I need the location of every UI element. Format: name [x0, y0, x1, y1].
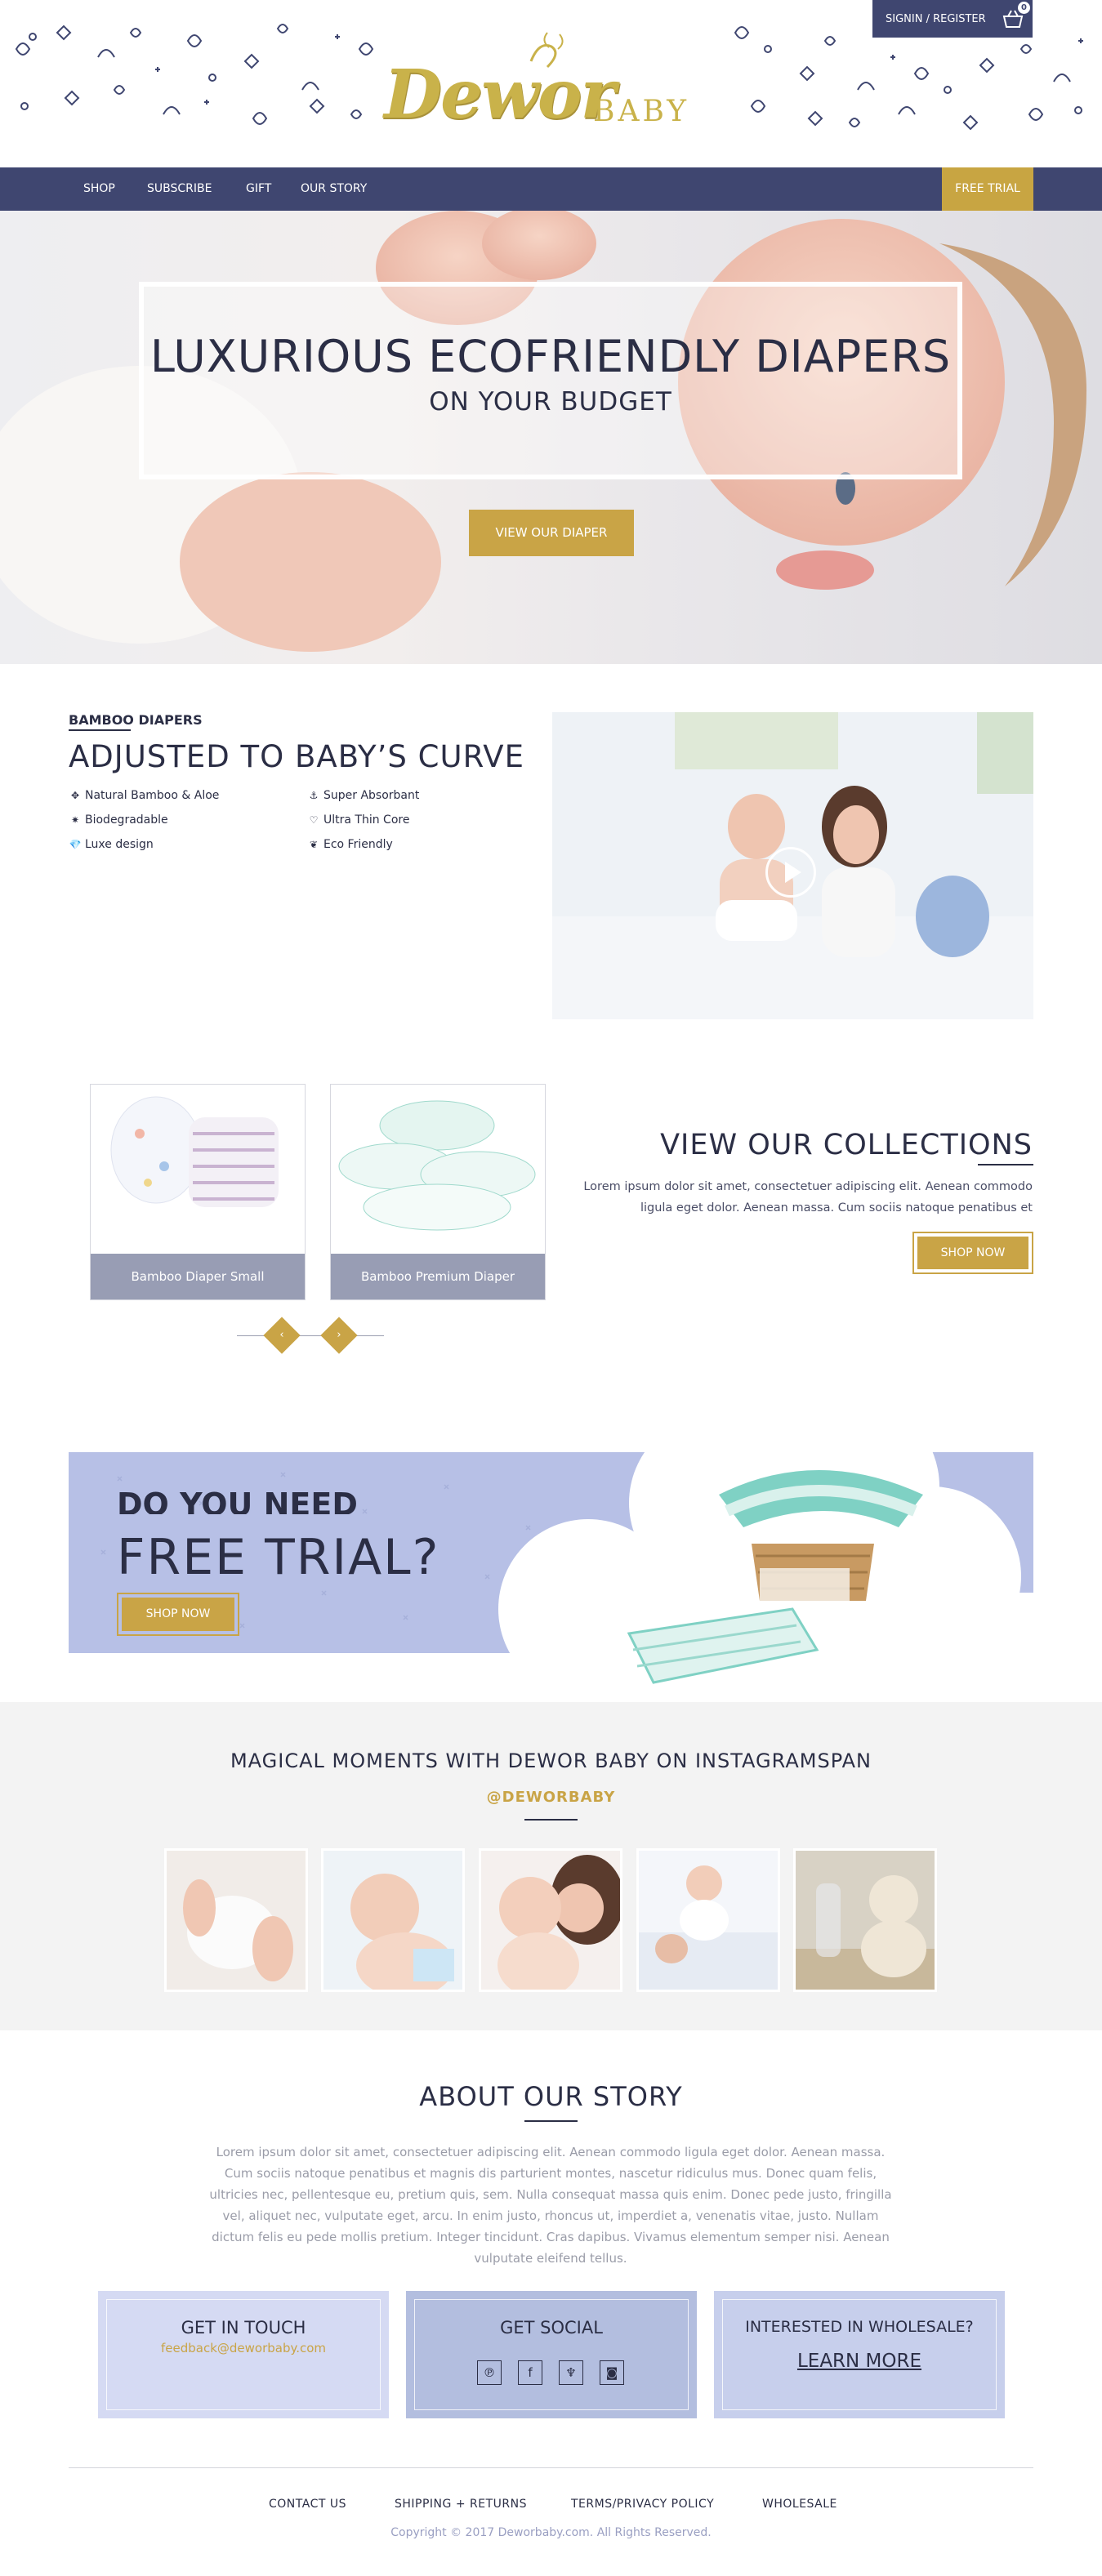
- story-text: Lorem ipsum dolor sit amet, consectetuer…: [209, 2145, 892, 2266]
- footer-divider: [69, 2467, 1033, 2468]
- collections-shop-now-button[interactable]: SHOP NOW: [912, 1232, 1033, 1274]
- instagram-handle[interactable]: @DEWORBABY: [0, 1789, 1102, 1806]
- nav-item-gift[interactable]: GIFT: [246, 167, 271, 211]
- feature-item: ⚓ Super Absorbant: [307, 789, 420, 802]
- wholesale-title: INTERESTED IN WHOLESALE?: [745, 2318, 974, 2336]
- signin-label: SIGNIN / REGISTER: [886, 12, 986, 25]
- cart-count-badge: 0: [1018, 2, 1030, 14]
- footer-link-contact[interactable]: CONTACT US: [269, 2498, 346, 2511]
- instagram-underline: [524, 1819, 578, 1821]
- chevron-left-icon: ‹: [279, 1329, 284, 1341]
- instagram-title: MAGICAL MOMENTS WITH DEWOR BABY ON INSTA…: [230, 1749, 872, 1772]
- logo-word-text: BABY: [593, 95, 690, 128]
- instagram-photo[interactable]: [164, 1848, 308, 1992]
- view-our-diaper-button[interactable]: VIEW OUR DIAPER: [469, 510, 634, 556]
- trial-title: FREE TRIAL?: [117, 1529, 440, 1586]
- recycle-icon: ✷: [70, 814, 80, 826]
- story-title: ABOUT OUR STORY: [419, 2081, 683, 2112]
- bamboo-kicker: BAMBOO DIAPERS: [69, 712, 203, 728]
- get-in-touch-title: GET IN TOUCH: [181, 2318, 306, 2338]
- nav-item-our-story[interactable]: OUR STORY: [301, 167, 367, 211]
- feedback-email-link[interactable]: feedback@deworbaby.com: [98, 2341, 389, 2355]
- leaf-icon: ✥: [70, 790, 80, 801]
- get-social-title: GET SOCIAL: [500, 2318, 603, 2338]
- learn-more-link[interactable]: LEARN MORE: [714, 2351, 1005, 2372]
- facebook-icon[interactable]: f: [518, 2360, 542, 2385]
- trial-shop-now-button[interactable]: SHOP NOW: [117, 1593, 239, 1636]
- hero-subtitle: ON YOUR BUDGET: [429, 387, 672, 417]
- play-icon: [785, 862, 801, 883]
- collections-underline: [978, 1164, 1033, 1165]
- heart-icon: ♡: [309, 814, 319, 826]
- father-baby-photo: [639, 1851, 778, 1990]
- nav-item-shop[interactable]: SHOP: [83, 167, 115, 211]
- chevron-right-icon: ›: [337, 1329, 341, 1341]
- cloud-diaper-image: [498, 1397, 1037, 1715]
- logo-script-text: Dewor: [384, 56, 616, 134]
- kicker-underline: [69, 729, 131, 731]
- box-frame: [414, 2299, 689, 2410]
- footer-link-wholesale[interactable]: WHOLESALE: [762, 2498, 837, 2511]
- feature-item: 💎 Luxe design: [69, 838, 154, 851]
- instagram-icon[interactable]: ◙: [600, 2360, 624, 2385]
- collections-description: Lorem ipsum dolor sit amet, consectetuer…: [583, 1180, 1033, 1214]
- instagram-photo[interactable]: [479, 1848, 622, 1992]
- get-social-box: [406, 2291, 697, 2418]
- smiling-baby-photo: [323, 1851, 462, 1990]
- story-underline: [524, 2120, 578, 2122]
- footer-link-shipping[interactable]: SHIPPING + RETURNS: [395, 2498, 527, 2511]
- feature-item: ❦ Eco Friendly: [307, 838, 393, 851]
- diaper-premium-image: [338, 1100, 536, 1231]
- bamboo-title: ADJUSTED TO BABY’S CURVE: [69, 739, 524, 774]
- instagram-photo[interactable]: [636, 1848, 780, 1992]
- copyright-text: Copyright © 2017 Deworbaby.com. All Righ…: [390, 2526, 712, 2539]
- diaper-small-image: [110, 1096, 279, 1207]
- feature-item: ♡ Ultra Thin Core: [307, 813, 410, 827]
- pinterest-icon[interactable]: ℗: [477, 2360, 502, 2385]
- free-trial-button[interactable]: FREE TRIAL: [942, 167, 1033, 211]
- nav-item-subscribe[interactable]: SUBSCRIBE: [147, 167, 212, 211]
- twitter-icon[interactable]: ♆: [559, 2360, 583, 2385]
- trial-question: DO YOU NEED: [117, 1486, 358, 1514]
- carousel-prev-button[interactable]: ‹: [263, 1317, 301, 1354]
- feature-item: ✥ Natural Bamboo & Aloe: [69, 789, 219, 802]
- diamond-icon: 💎: [69, 839, 82, 850]
- carousel-track: [237, 1335, 384, 1336]
- product-card-label: Bamboo Diaper Small: [91, 1254, 305, 1299]
- collections-title: VIEW OUR COLLECTIONS: [660, 1129, 1033, 1161]
- eco-leaf-icon: ❦: [309, 839, 319, 850]
- instagram-photo[interactable]: [793, 1848, 937, 1992]
- button-label: SHOP NOW: [122, 1598, 234, 1631]
- instagram-photo[interactable]: [321, 1848, 465, 1992]
- footer-link-terms[interactable]: TERMS/PRIVACY POLICY: [571, 2498, 714, 2511]
- product-card-small[interactable]: Bamboo Diaper Small: [90, 1084, 306, 1300]
- button-label: SHOP NOW: [917, 1237, 1028, 1269]
- product-card-premium[interactable]: Bamboo Premium Diaper: [330, 1084, 546, 1300]
- feature-item: ✷ Biodegradable: [69, 813, 168, 827]
- mother-baby-photo: [481, 1851, 620, 1990]
- brand-logo[interactable]: Dewor BABY: [384, 25, 727, 147]
- baby-feet-photo: [167, 1851, 306, 1990]
- product-card-label: Bamboo Premium Diaper: [331, 1254, 545, 1299]
- hero-title: LUXURIOUS ECOFRIENDLY DIAPERS: [149, 331, 952, 382]
- play-video-button[interactable]: [765, 847, 816, 898]
- main-nav: SHOP SUBSCRIBE GIFT OUR STORY: [0, 167, 1102, 211]
- carousel-next-button[interactable]: ›: [320, 1317, 358, 1354]
- drop-icon: ⚓: [309, 790, 319, 801]
- teddy-bear-photo: [796, 1851, 935, 1990]
